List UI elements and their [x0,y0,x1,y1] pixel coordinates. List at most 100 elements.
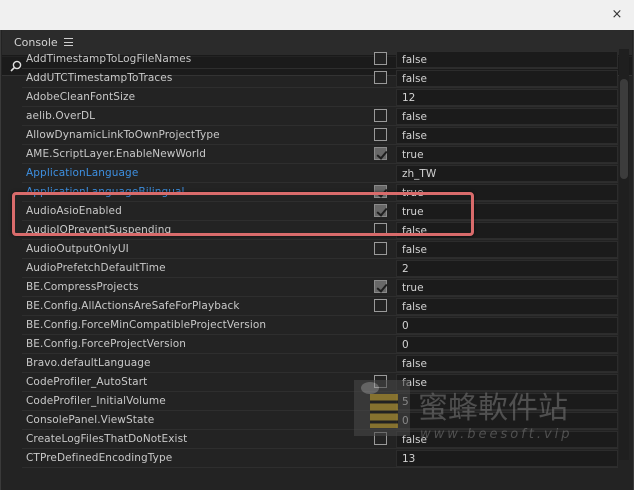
value-text: false [402,377,427,389]
value-text: 0 [402,320,409,332]
checkbox-unchecked[interactable] [374,299,387,312]
table-row[interactable]: AdobeCleanFontSize 12 [22,88,618,107]
setting-name: BE.Config.AllActionsAreSafeForPlayback [26,300,240,312]
value-text: false [402,73,427,85]
setting-name: aelib.OverDL [26,110,96,122]
value-text: true [402,206,424,218]
value-field[interactable]: false [396,51,618,68]
value-field[interactable]: 0 [396,336,618,353]
panel-title[interactable]: Console [14,36,58,49]
table-row[interactable]: AudioAsioEnabled true [22,202,618,221]
checkbox-checked[interactable] [374,280,387,293]
checkbox-unchecked[interactable] [374,71,387,84]
table-row[interactable]: AudioOutputOnlyUI false [22,240,618,259]
value-field[interactable]: true [396,203,618,220]
value-field[interactable]: false [396,222,618,239]
value-field[interactable]: false [396,298,618,315]
value-field[interactable]: true [396,146,618,163]
value-text: false [402,434,427,446]
close-button[interactable]: × [608,6,626,24]
setting-name: ApplicationLanguageBilingual [26,186,185,198]
scroll-thumb[interactable] [620,79,628,179]
table-row[interactable]: CodeProfiler_InitialVolume 5 [22,392,618,411]
value-text: false [402,130,427,142]
table-row[interactable]: AudioIOPreventSuspending false [22,221,618,240]
value-field[interactable]: false [396,70,618,87]
setting-name: AudioIOPreventSuspending [26,224,172,236]
value-text: 12 [402,92,416,104]
table-row[interactable]: ApplicationLanguage zh_TW [22,164,618,183]
value-field[interactable]: false [396,241,618,258]
value-field[interactable]: 5 [396,393,618,410]
table-row[interactable]: BE.Config.ForceProjectVersion 0 [22,335,618,354]
setting-name: AddUTCTimestampToTraces [26,72,173,84]
checkbox-unchecked[interactable] [374,432,387,445]
setting-name: BE.Config.ForceProjectVersion [26,338,187,350]
panel-menu-icon[interactable] [64,38,73,46]
value-text: 0 [402,339,409,351]
setting-name: ApplicationLanguage [26,167,139,179]
value-field[interactable]: 13 [396,450,618,467]
value-text: true [402,282,424,294]
settings-table: AddTimestampToLogFileNames false AddUTCTim… [22,50,618,468]
window-titlebar: × [0,0,634,30]
value-text: 0 [402,415,409,427]
table-row[interactable]: ApplicationLanguageBilingual true [22,183,618,202]
table-row[interactable]: BE.Config.ForceMinCompatibleProjectVersi… [22,316,618,335]
table-row[interactable]: ConsolePanel.ViewState 0 [22,411,618,430]
value-text: 2 [402,263,409,275]
table-row[interactable]: BE.Config.AllActionsAreSafeForPlayback fa… [22,297,618,316]
value-field[interactable]: false [396,374,618,391]
value-field[interactable]: 0 [396,412,618,429]
table-row[interactable]: CTPreDefinedEncodingType 13 [22,449,618,468]
setting-name: AllowDynamicLinkToOwnProjectType [26,129,220,141]
checkbox-unchecked[interactable] [374,375,387,388]
table-row[interactable]: CreateLogFilesThatDoNotExist false [22,430,618,449]
table-row[interactable]: CodeProfiler_AutoStart false [22,373,618,392]
search-icon [10,60,22,72]
setting-name: AME.ScriptLayer.EnableNewWorld [26,148,207,160]
value-text: true [402,187,424,199]
checkbox-unchecked[interactable] [374,242,387,255]
setting-name: AudioPrefetchDefaultTime [26,262,166,274]
checkbox-checked[interactable] [374,185,387,198]
value-field[interactable]: true [396,184,618,201]
table-row[interactable]: AME.ScriptLayer.EnableNewWorld true [22,145,618,164]
setting-name: CreateLogFilesThatDoNotExist [26,433,188,445]
value-text: false [402,54,427,66]
value-text: 13 [402,453,416,465]
table-row[interactable]: AddTimestampToLogFileNames false [22,50,618,69]
setting-name: CTPreDefinedEncodingType [26,452,173,464]
value-text: false [402,358,427,370]
setting-name: AudioAsioEnabled [26,205,122,217]
setting-name: AdobeCleanFontSize [26,91,136,103]
setting-name: BE.Config.ForceMinCompatibleProjectVersi… [26,319,267,331]
setting-name: AddTimestampToLogFileNames [26,53,192,65]
table-row[interactable]: AddUTCTimestampToTraces false [22,69,618,88]
table-row[interactable]: aelib.OverDL false [22,107,618,126]
table-row[interactable]: AudioPrefetchDefaultTime 2 [22,259,618,278]
checkbox-unchecked[interactable] [374,52,387,65]
checkbox-unchecked[interactable] [374,223,387,236]
value-field[interactable]: false [396,108,618,125]
checkbox-unchecked[interactable] [374,128,387,141]
value-field[interactable]: false [396,127,618,144]
checkbox-unchecked[interactable] [374,109,387,122]
table-row[interactable]: Bravo.defaultLanguage false [22,354,618,373]
checkbox-checked[interactable] [374,147,387,160]
setting-name: BE.CompressProjects [26,281,139,293]
value-text: false [402,301,427,313]
value-field[interactable]: false [396,355,618,372]
vertical-scrollbar[interactable] [619,49,629,460]
value-field[interactable]: true [396,279,618,296]
value-field[interactable]: zh_TW [396,165,618,182]
value-field[interactable]: 2 [396,260,618,277]
value-field[interactable]: false [396,431,618,448]
value-field[interactable]: 12 [396,89,618,106]
table-row[interactable]: AllowDynamicLinkToOwnProjectType false [22,126,618,145]
checkbox-checked[interactable] [374,204,387,217]
table-row[interactable]: BE.CompressProjects true [22,278,618,297]
value-text: 5 [402,396,409,408]
value-text: false [402,111,427,123]
value-field[interactable]: 0 [396,317,618,334]
